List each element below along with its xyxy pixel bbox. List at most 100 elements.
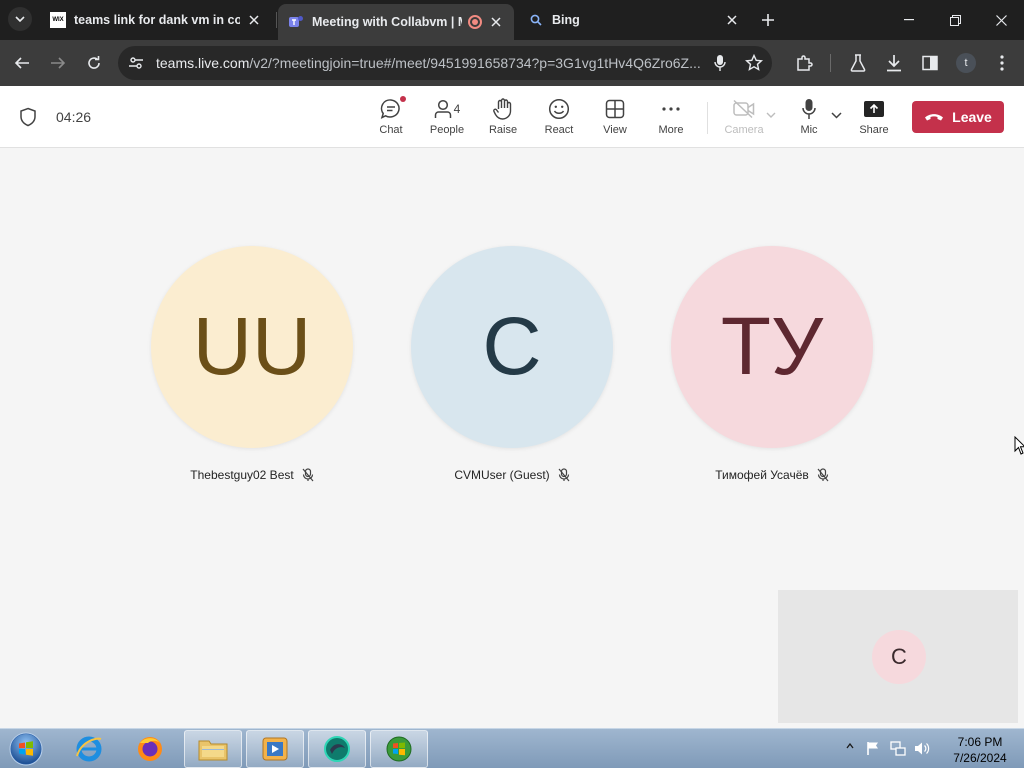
extensions-button[interactable] (792, 51, 816, 75)
mic-muted-icon (817, 468, 829, 482)
mic-button[interactable]: Mic (781, 98, 837, 138)
chevron-down-icon (15, 16, 25, 22)
participant-name-row: Thebestguy02 Best (122, 468, 382, 482)
volume-button[interactable] (914, 741, 930, 756)
hand-icon (493, 98, 512, 120)
browser-menu-button[interactable] (990, 51, 1014, 75)
bookmark-button[interactable] (742, 51, 766, 75)
people-button[interactable]: 4 People (419, 98, 475, 138)
tab-separator (276, 12, 277, 28)
back-button[interactable] (10, 51, 34, 75)
minimize-button[interactable] (886, 0, 932, 40)
voice-search-button[interactable] (708, 51, 732, 75)
action-center-button[interactable] (866, 741, 880, 756)
forward-button[interactable] (46, 51, 70, 75)
share-button[interactable]: Share (846, 98, 902, 138)
restore-button[interactable] (932, 0, 978, 40)
close-window-button[interactable] (978, 0, 1024, 40)
new-tab-button[interactable] (756, 8, 780, 32)
arrow-right-icon (51, 57, 66, 69)
leave-label: Leave (952, 109, 992, 125)
react-button[interactable]: React (531, 98, 587, 138)
taskbar-file-explorer[interactable] (184, 730, 242, 768)
tab-close-button[interactable] (488, 14, 504, 30)
profile-button[interactable]: t (954, 51, 978, 75)
microphone-icon (714, 55, 726, 71)
address-bar[interactable]: teams.live.com/v2/?meetingjoin=true#/mee… (118, 46, 772, 80)
start-button[interactable] (6, 730, 46, 768)
network-icon (890, 741, 906, 756)
participant-tile[interactable]: ТУ Тимофей Усачёв (642, 246, 902, 496)
close-icon (491, 17, 501, 27)
site-settings-icon[interactable] (128, 55, 144, 71)
chevron-down-icon (766, 112, 776, 118)
participant-tile[interactable]: C CVMUser (Guest) (382, 246, 642, 496)
more-label: More (658, 124, 684, 136)
camera-button[interactable]: Camera (716, 98, 772, 138)
url-text[interactable]: teams.live.com/v2/?meetingjoin=true#/mee… (156, 55, 712, 71)
taskbar-media-player[interactable] (246, 730, 304, 768)
camera-options-button[interactable] (766, 112, 776, 118)
reload-button[interactable] (82, 51, 106, 75)
plus-icon (762, 14, 774, 26)
taskbar-windows-update[interactable] (370, 730, 428, 768)
raise-label: Raise (488, 124, 518, 136)
person-icon (434, 99, 451, 118)
network-button[interactable] (890, 741, 906, 756)
star-icon (745, 54, 763, 71)
participant-name: CVMUser (Guest) (454, 468, 550, 482)
taskbar-firefox[interactable] (121, 730, 179, 768)
self-view-tile[interactable]: C (778, 590, 1018, 723)
windows-update-icon (386, 736, 412, 762)
reload-icon (88, 56, 100, 69)
grid-view-icon (605, 99, 625, 119)
system-clock[interactable]: 7:06 PM 7/26/2024 (940, 734, 1020, 766)
wix-icon: WIX (50, 12, 66, 28)
avatar: UU (151, 246, 353, 448)
side-panel-icon (922, 55, 938, 71)
share-screen-icon (864, 101, 884, 117)
show-hidden-icons-button[interactable] (846, 743, 854, 749)
participant-name: Thebestguy02 Best (190, 468, 294, 482)
notification-dot (400, 96, 406, 102)
labs-button[interactable] (846, 51, 870, 75)
taskbar-internet-explorer[interactable] (60, 730, 118, 768)
tab-search-button[interactable] (8, 7, 32, 31)
chat-label: Chat (379, 124, 403, 136)
speaker-icon (915, 742, 930, 755)
firefox-icon (138, 737, 162, 761)
meeting-stage: UU Thebestguy02 Best C CVMUser (Guest) Т… (0, 148, 1024, 728)
taskbar: 7:06 PM 7/26/2024 (0, 728, 1024, 768)
clock-date: 7/26/2024 (953, 751, 1007, 765)
downloads-button[interactable] (882, 51, 906, 75)
tab-title: Bing (552, 13, 580, 27)
close-icon (727, 15, 737, 25)
mic-label: Mic (800, 124, 818, 136)
participant-tile[interactable]: UU Thebestguy02 Best (122, 246, 382, 496)
self-avatar: C (872, 630, 926, 684)
tab-wix[interactable]: WIX teams link for dank vm in comm (40, 4, 272, 36)
avatar: C (411, 246, 613, 448)
flag-icon (867, 742, 878, 755)
tab-bing[interactable]: Bing (518, 4, 750, 36)
more-icon (662, 107, 680, 111)
leave-button[interactable]: Leave (912, 101, 1004, 133)
tab-close-button[interactable] (246, 12, 262, 28)
more-button[interactable]: More (643, 98, 699, 138)
microphone-icon (802, 99, 816, 119)
tab-close-button[interactable] (724, 12, 740, 28)
avatar: ТУ (671, 246, 873, 448)
raise-hand-button[interactable]: Raise (475, 98, 531, 138)
clock-time: 7:06 PM (957, 735, 1003, 749)
view-button[interactable]: View (587, 98, 643, 138)
mic-options-button[interactable] (831, 112, 842, 119)
taskbar-collabvm[interactable] (308, 730, 366, 768)
chat-button[interactable]: Chat (363, 96, 419, 138)
tab-meeting[interactable]: Meeting with Collabvm | M (278, 4, 514, 40)
url-host: teams.live.com (156, 55, 250, 71)
side-panel-button[interactable] (918, 51, 942, 75)
tab-title: Meeting with Collabvm | M (312, 15, 462, 29)
chevron-up-icon (846, 743, 854, 749)
meeting-info-button[interactable] (19, 107, 37, 127)
teams-icon (288, 14, 304, 30)
